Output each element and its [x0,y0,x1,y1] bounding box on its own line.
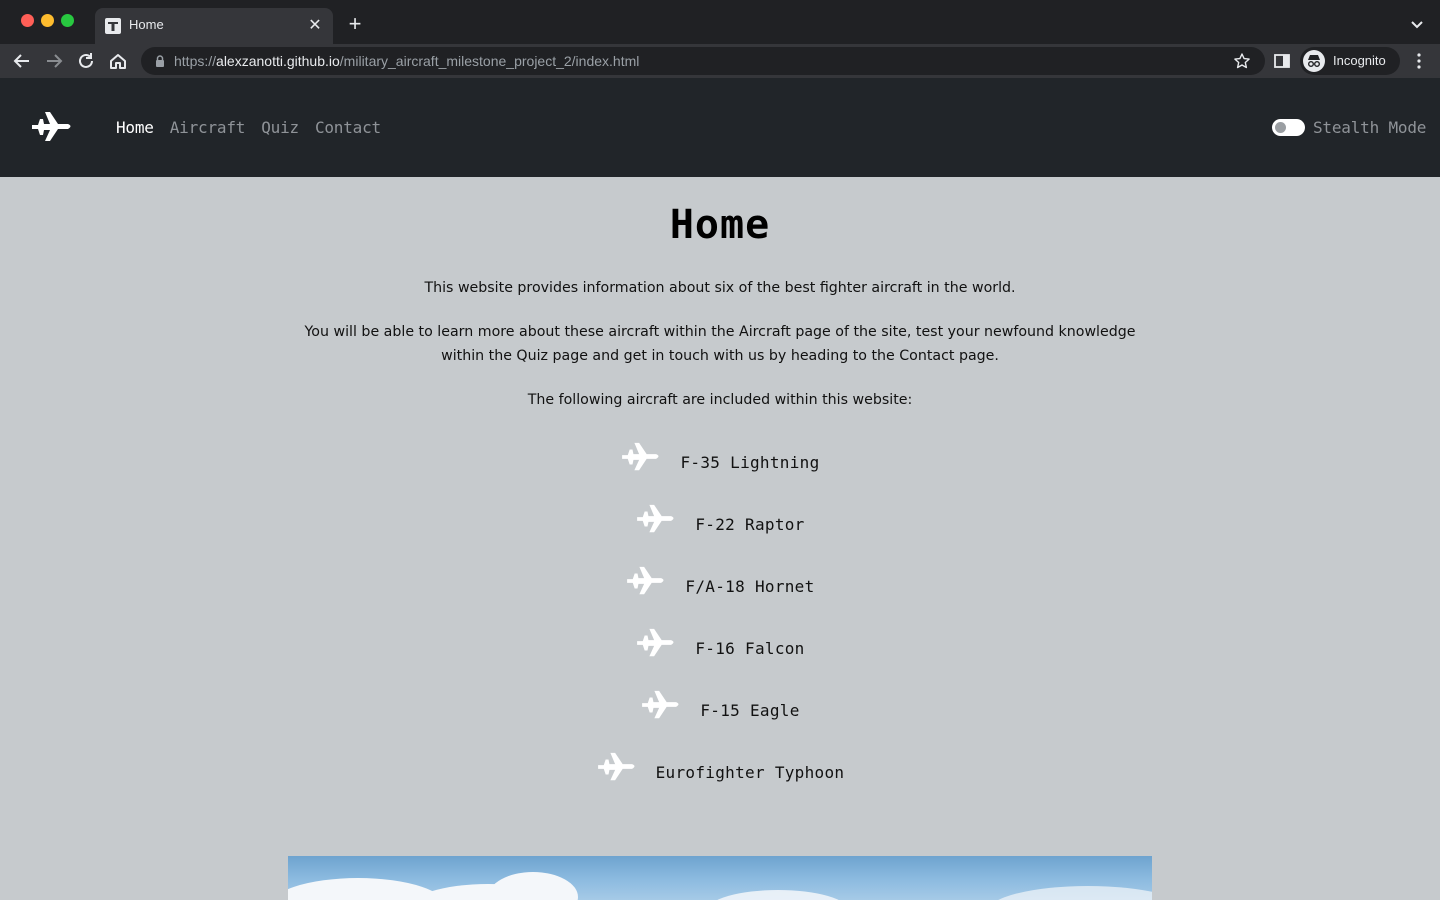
aircraft-name: F/A-18 Hornet [685,577,815,596]
fighter-jet-icon [637,504,674,533]
bookmark-star-icon[interactable] [1233,52,1251,70]
cloud-shape [488,872,578,900]
new-tab-icon[interactable]: + [344,13,366,35]
nav-link-aircraft[interactable]: Aircraft [170,118,246,137]
cloud-shape [708,890,848,900]
list-intro-text: The following aircraft are included with… [527,392,913,408]
page-content: Home Aircraft Quiz Contact Stealth Mode … [0,78,1440,900]
list-item: Eurofighter Typhoon [0,746,1440,808]
list-item: F-22 Raptor [0,498,1440,560]
incognito-profile-button[interactable]: Incognito [1300,47,1400,75]
kebab-menu-icon[interactable] [1410,52,1428,70]
reload-icon[interactable] [75,50,97,72]
favicon-icon [105,18,121,34]
fighter-jet-icon[interactable] [30,109,74,145]
cloud-shape [988,886,1152,900]
back-arrow-icon[interactable] [11,50,33,72]
home-icon[interactable] [107,50,129,72]
hero-sky-image [288,856,1152,900]
aircraft-name: F-22 Raptor [695,515,805,534]
browser-toolbar: https://alexzanotti.github.io/military_a… [0,44,1440,78]
close-window-button[interactable] [21,14,34,27]
chevron-down-icon[interactable] [1407,14,1427,34]
aircraft-name: F-15 Eagle [700,701,800,720]
tab-title: Home [129,17,164,32]
list-item: F-35 Lightning [0,436,1440,498]
browser-tab-strip: Home ✕ + [0,0,1440,44]
list-item: F/A-18 Hornet [0,560,1440,622]
address-bar[interactable]: https://alexzanotti.github.io/military_a… [141,47,1265,75]
fighter-jet-icon [622,442,659,471]
stealth-toggle[interactable] [1272,119,1305,136]
aircraft-name: F-35 Lightning [680,453,820,472]
site-navbar: Home Aircraft Quiz Contact Stealth Mode [0,78,1440,177]
fighter-jet-icon [597,752,635,781]
fighter-jet-icon [637,628,674,657]
nav-link-contact[interactable]: Contact [315,118,381,137]
fighter-jet-icon [642,690,679,719]
profile-label: Incognito [1333,53,1386,68]
list-item: F-16 Falcon [0,622,1440,684]
list-item: F-15 Eagle [0,684,1440,746]
stealth-mode-label: Stealth Mode [1313,118,1427,137]
fighter-jet-icon [627,566,664,595]
toggle-knob [1275,122,1286,133]
details-text: You will be able to learn more about the… [304,324,1136,364]
stealth-mode-switch[interactable]: Stealth Mode [1272,118,1426,137]
aircraft-name: Eurofighter Typhoon [655,763,845,782]
aircraft-name: F-16 Falcon [695,639,805,658]
lock-icon[interactable] [153,54,167,68]
page-title: Home [669,202,771,248]
forward-arrow-icon[interactable] [43,50,65,72]
close-tab-icon[interactable]: ✕ [305,16,325,36]
minimize-window-button[interactable] [41,14,54,27]
browser-tab-home[interactable]: Home ✕ [95,8,333,44]
nav-link-home[interactable]: Home [116,118,154,137]
intro-text: This website provides information about … [424,280,1016,296]
incognito-icon [1303,50,1325,72]
maximize-window-button[interactable] [61,14,74,27]
nav-links: Home Aircraft Quiz Contact [116,118,397,137]
url-text: https://alexzanotti.github.io/military_a… [174,53,640,69]
side-panel-icon[interactable] [1273,52,1291,70]
nav-link-quiz[interactable]: Quiz [261,118,299,137]
aircraft-list: F-35 Lightning F-22 Raptor F/A-18 Hornet… [0,436,1440,808]
